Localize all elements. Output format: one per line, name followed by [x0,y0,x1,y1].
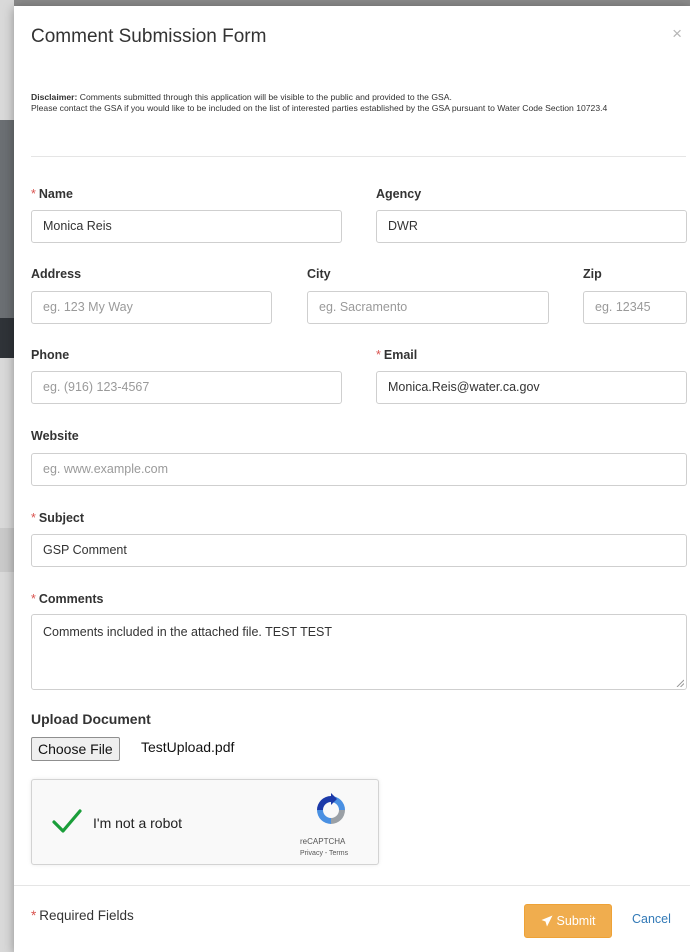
city-label: City [307,267,331,281]
email-input[interactable]: Monica.Reis@water.ca.gov [376,371,687,404]
recaptcha-checkmark-icon[interactable] [52,808,82,834]
agency-label: Agency [376,187,422,201]
recaptcha-label: I'm not a robot [93,815,183,831]
cancel-link[interactable]: Cancel [632,912,671,926]
required-marker: * [376,348,381,362]
recaptcha-links[interactable]: Privacy - Terms [300,850,348,857]
address-label: Address [31,267,82,281]
submit-label: Submit [556,914,596,928]
website-input[interactable]: eg. www.example.com [31,453,687,486]
close-icon[interactable]: × [672,24,682,44]
comments-textarea[interactable]: Comments included in the attached file. … [31,614,687,690]
disclaimer: Disclaimer: Comments submitted through t… [31,92,686,114]
disclaimer-text-1: Comments submitted through this applicat… [77,92,452,102]
recaptcha-widget: I'm not a robot reCAPTCHA Privacy - Term… [31,779,379,865]
disclaimer-text-2: Please contact the GSA if you would like… [31,103,608,113]
email-label: * Email [376,348,418,362]
comment-modal: Comment Submission Form × Disclaimer: Co… [14,6,690,952]
phone-label: Phone [31,348,70,362]
required-marker: * [31,908,37,923]
required-marker: * [31,592,36,606]
required-marker: * [31,511,36,525]
agency-input[interactable]: DWR [376,210,687,243]
name-label: * Name [31,187,73,201]
comments-label: * Comments [31,592,104,606]
subject-label: * Subject [31,511,85,525]
required-marker: * [31,187,36,201]
recaptcha-logo-icon [317,793,345,824]
zip-label: Zip [583,267,602,281]
modal-header: Comment Submission Form × [14,6,690,72]
resize-grip-icon[interactable] [676,679,684,687]
zip-input[interactable]: eg. 12345 [583,291,687,324]
subject-input[interactable]: GSP Comment [31,534,687,567]
phone-input[interactable]: eg. (916) 123-4567 [31,371,342,404]
choose-file-button[interactable]: Choose File [31,737,120,761]
name-input[interactable]: Monica Reis [31,210,342,243]
selected-file-name: TestUpload.pdf [141,739,235,755]
city-input[interactable]: eg. Sacramento [307,291,549,324]
footer-divider [14,885,690,886]
send-icon [541,915,553,927]
submit-button[interactable]: Submit [524,904,612,938]
background-section [0,528,14,572]
address-input[interactable]: eg. 123 My Way [31,291,272,324]
comments-text: Comments included in the attached file. … [43,625,333,639]
recaptcha-brand: reCAPTCHA [300,837,346,846]
background-banner [0,120,14,318]
background-navbar [0,318,14,358]
divider [31,156,686,157]
modal-title: Comment Submission Form [31,26,267,47]
disclaimer-heading: Disclaimer: [31,92,78,102]
website-label: Website [31,429,79,443]
upload-label: Upload Document [31,711,151,727]
required-fields-note: * Required Fields [31,908,134,923]
